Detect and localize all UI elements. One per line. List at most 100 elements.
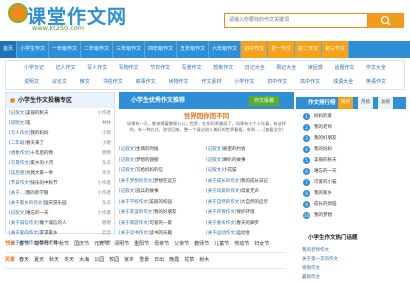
essay-category[interactable]: [想象作文] [9, 151, 31, 156]
category-link[interactable]: 状物作文 [169, 75, 189, 89]
rank-item[interactable]: 7 可爱的小猫 [296, 177, 406, 188]
essay-category[interactable]: [记叙文] [206, 158, 223, 163]
essay-link[interactable]: [关于自然的作文]大自然的启示 [206, 198, 293, 209]
category-link[interactable]: 议论文 [52, 75, 67, 89]
category-link[interactable]: 作文素材 [201, 75, 221, 89]
nav-item[interactable]: 三年级作文 [113, 41, 146, 58]
tag-link[interactable]: 大海 [79, 253, 89, 268]
essay-title[interactable]: 我的新学期 [26, 191, 49, 196]
nav-item[interactable]: 六年级作文 [209, 41, 242, 58]
essay-title[interactable]: 逃兵的故事 [136, 189, 159, 194]
site-logo[interactable]: 课堂作文网 www.kt250.com [8, 2, 126, 34]
tag-link[interactable]: 国庆节 [74, 237, 89, 252]
rank-item[interactable]: 2 我的老师 [296, 122, 406, 133]
list-item[interactable]: [记叙文]美丽的秋天 小作者 [9, 109, 111, 119]
essay-category[interactable]: [说明文] [9, 121, 26, 126]
list-item[interactable]: [二年级]春天来了 小明 [9, 139, 111, 149]
essay-link[interactable]: [关于学校作文]美丽的校园 [119, 198, 206, 209]
nav-item[interactable]: 小学生作文 [17, 41, 50, 58]
tag-link[interactable]: 校园 [109, 253, 119, 268]
essay-title[interactable]: 运动会 [237, 231, 251, 236]
essay-category[interactable]: [关于梦想的作文] [119, 179, 154, 184]
tag-link[interactable]: 妇女节 [254, 237, 269, 252]
essay-link[interactable]: [关于诚信作文]做个诚信的人 [9, 219, 67, 229]
tag-link[interactable]: 公园 [94, 253, 104, 268]
category-link[interactable]: 高中作文 [300, 75, 320, 89]
search-input[interactable]: 请输入你要找的作文关键词 [224, 13, 368, 28]
topic-link[interactable]: 感恩作文 [302, 264, 406, 273]
essay-title[interactable]: 求求家乡 [40, 231, 58, 236]
essay-title[interactable]: 做个诚信的人 [40, 221, 67, 226]
essay-title[interactable]: 喇叭的故事 [223, 158, 246, 163]
nav-item[interactable]: 初中作文 [241, 41, 269, 58]
essay-category[interactable]: [关于环保作文] [206, 210, 237, 215]
tag-link[interactable]: 家乡 [124, 253, 134, 268]
essay-title[interactable]: 难忘的一天 [26, 211, 49, 216]
essay-category[interactable]: [记叙文] [119, 168, 136, 173]
essay-link[interactable]: [记叙文]小花猫 [206, 166, 293, 177]
essay-category[interactable]: [关于爱的作文] [9, 231, 40, 236]
category-link[interactable]: 书信作文 [103, 75, 123, 89]
essay-title[interactable]: 母爱无声 [241, 189, 259, 194]
essay-category[interactable]: [关于友谊的作文] [119, 210, 154, 215]
essay-link[interactable]: [想象作文]十年后的我 [9, 149, 53, 159]
essay-category[interactable]: [关于诚信作文] [9, 221, 40, 226]
essay-title[interactable]: 可爱的一家 [150, 221, 173, 226]
essay-title[interactable]: 梦想在远方 [154, 179, 177, 184]
list-item[interactable]: [记叙文]难忘的一天 小作者 [9, 209, 111, 219]
category-link[interactable]: 英语作文 [366, 75, 386, 89]
tag-link[interactable]: 教师节 [194, 237, 209, 252]
nav-item[interactable]: 初二作文 [295, 41, 323, 58]
rank-title[interactable]: 我的家乡 [314, 188, 332, 199]
tag-link[interactable]: 清明节 [114, 237, 129, 252]
essay-title[interactable]: 春天的脚步 [237, 221, 260, 226]
tag-link[interactable]: 秋天 [49, 253, 59, 268]
nav-item[interactable]: 二年级作文 [81, 41, 114, 58]
essay-category[interactable]: [关于成长的作文] [206, 179, 241, 184]
essay-link[interactable]: [节日作文]快乐的中秋节 [9, 179, 58, 189]
essay-link[interactable]: [读后感]为我大家一举 [9, 169, 53, 179]
category-link[interactable]: 初中作文 [267, 75, 287, 89]
list-item[interactable]: [想象作文]十年后的我 明明 [9, 149, 111, 159]
essay-title[interactable]: 我的妈妈 [31, 131, 49, 136]
rank-tab-all[interactable]: 总榜 [378, 97, 393, 109]
essay-category[interactable]: [关于...] [9, 191, 26, 196]
list-item[interactable]: [说明文]笔 林林 [9, 119, 111, 129]
list-item[interactable]: [关于...]我的新学期 小作者 [9, 189, 111, 199]
essay-category[interactable]: [关于春天作文] [206, 221, 237, 226]
essay-link[interactable]: [关于家乡的作文]国庆游乐园 [9, 199, 67, 209]
rank-title[interactable]: 成长的烦恼 [314, 199, 337, 210]
list-item[interactable]: [关于诚信作文]做个诚信的人 明明 [9, 219, 111, 229]
essay-category[interactable]: [记叙文] [206, 168, 223, 173]
tag-link[interactable]: 日出 [154, 253, 164, 268]
essay-link[interactable]: [记叙文]难忘的一天 [9, 209, 49, 219]
search-button[interactable] [368, 13, 404, 28]
essay-category[interactable]: [写景作文] [9, 161, 31, 166]
essay-link[interactable]: [二年级]春天来了 [9, 139, 44, 149]
tag-link[interactable]: 晚霞 [169, 253, 179, 268]
rank-tab-month[interactable]: 月榜 [358, 97, 373, 109]
tag-link[interactable]: 春节 [19, 237, 29, 252]
tag-link[interactable]: 雪景 [139, 253, 149, 268]
rank-title[interactable]: 妈妈的爱 [314, 111, 332, 122]
essay-link[interactable]: [关于春天作文]春天的脚步 [206, 219, 293, 230]
category-link[interactable]: 叙事作文 [136, 75, 156, 89]
category-link[interactable]: 记人作文 [56, 61, 76, 75]
nav-item[interactable]: 一年级作文 [49, 41, 82, 58]
essay-category[interactable]: [记叙文] [119, 147, 136, 152]
essay-title[interactable]: 小花猫 [223, 168, 237, 173]
category-link[interactable]: 周记大全 [276, 61, 296, 75]
rank-item[interactable]: 1 妈妈的爱 [296, 111, 406, 122]
essay-link[interactable]: [关于友谊的作文]我的好朋友 [119, 208, 206, 219]
essay-title[interactable]: 家乡的小河 [31, 161, 54, 166]
rank-tab-week[interactable]: 周榜 [338, 97, 353, 109]
essay-link[interactable]: [关于家庭作文]可爱的一家 [119, 219, 206, 230]
nav-item[interactable]: 五年级作文 [177, 41, 210, 58]
list-item[interactable]: [关于家乡的作文]国庆游乐园 东东 [9, 199, 111, 209]
tag-link[interactable]: 端午节 [34, 237, 49, 252]
essay-category[interactable]: [记叙文] [119, 158, 136, 163]
rank-item[interactable]: 9 成长的烦恼 [296, 199, 406, 210]
essay-link[interactable]: [写景作文]家乡的小河 [9, 159, 53, 169]
category-link[interactable]: 日记大全 [245, 61, 265, 75]
essay-category[interactable]: [关于读书作文] [119, 231, 150, 236]
